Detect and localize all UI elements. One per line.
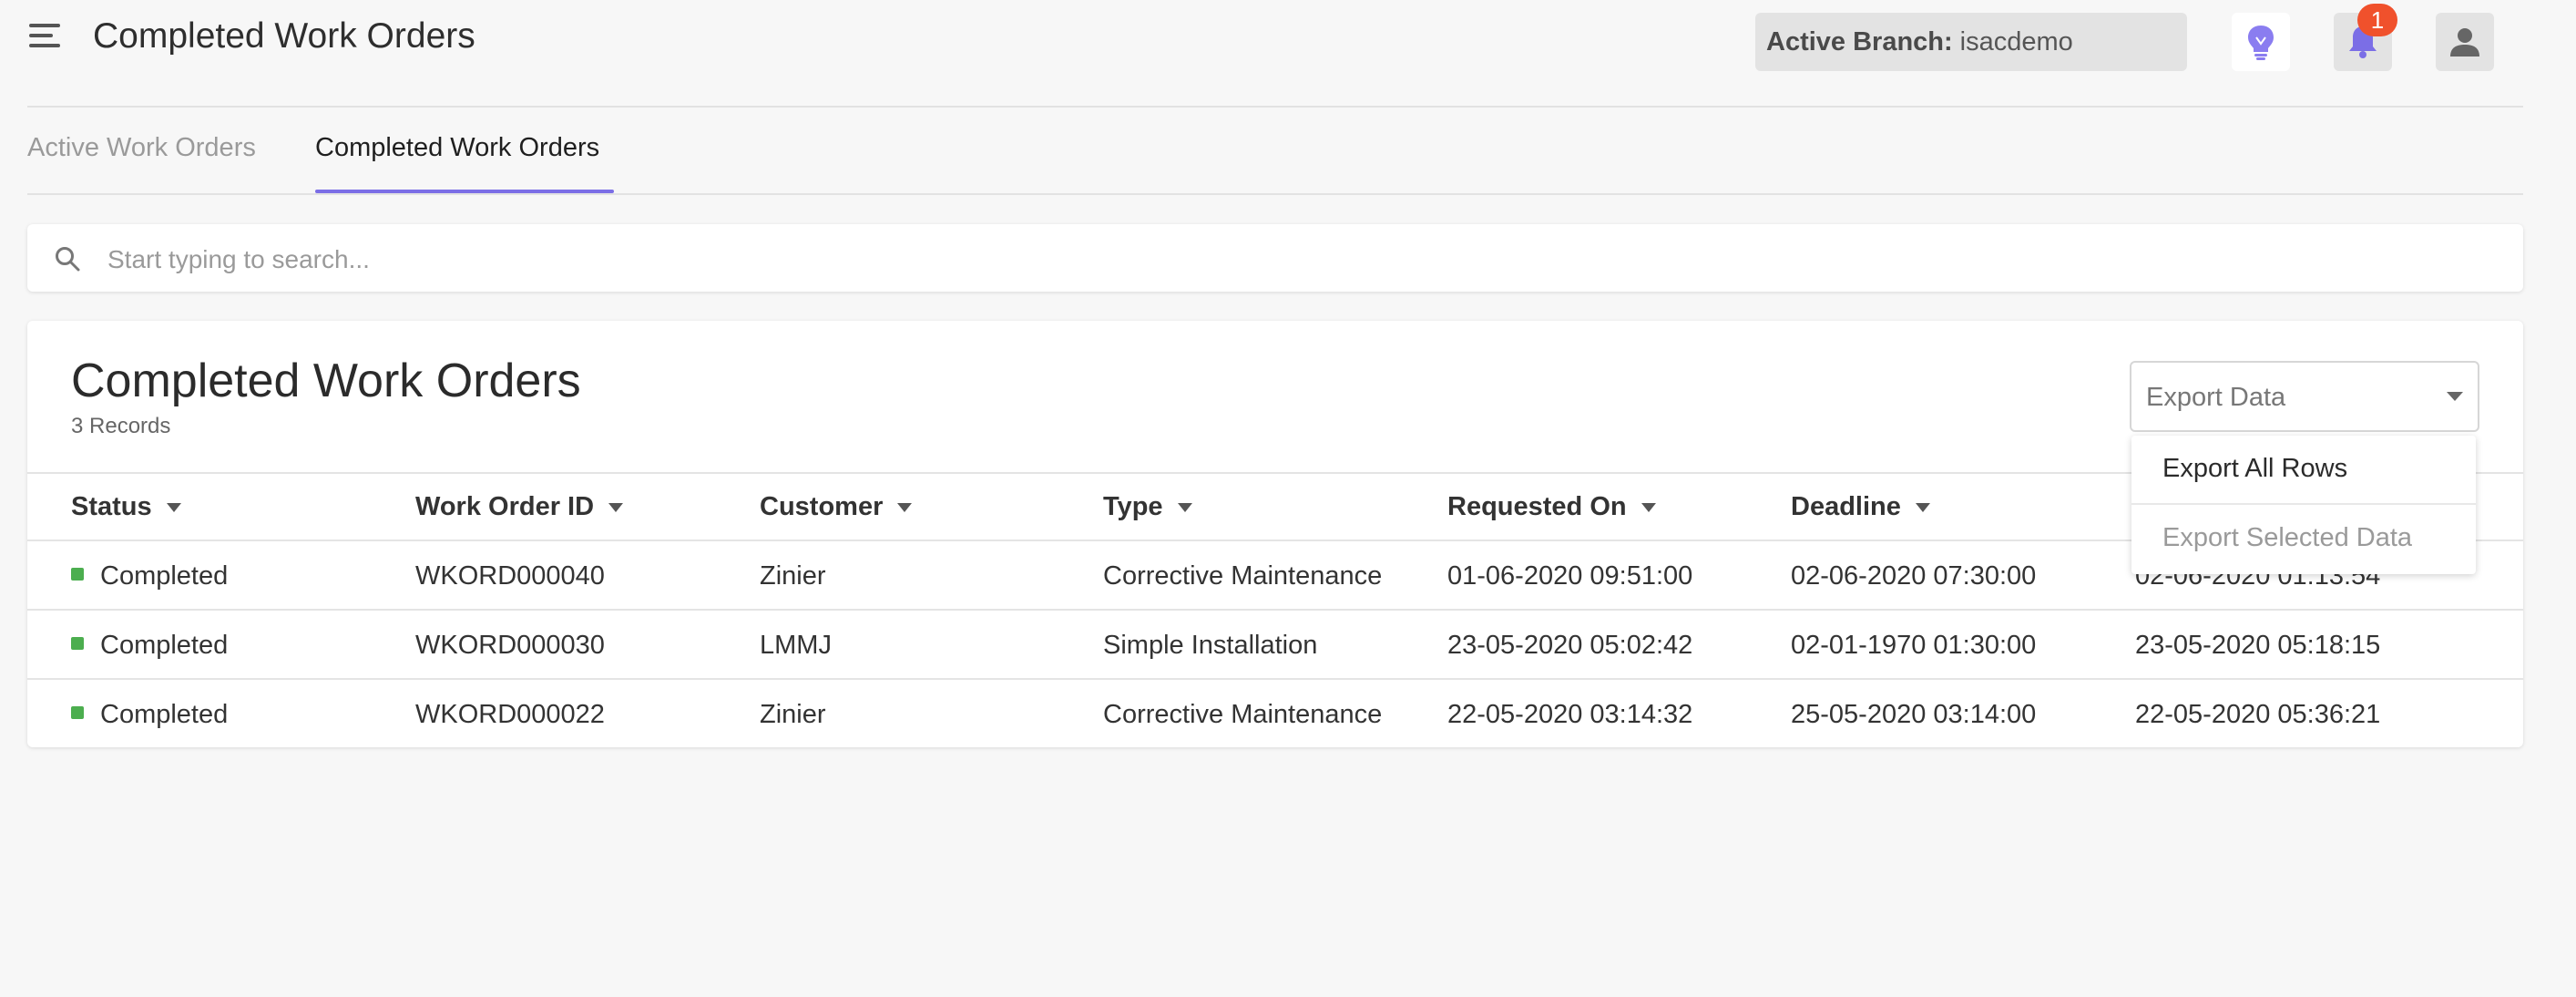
customer-cell: Zinier [760, 561, 826, 591]
user-icon [2450, 28, 2479, 57]
menu-icon[interactable] [29, 24, 60, 49]
completed-on-cell: 22-05-2020 05:36:21 [2135, 700, 2381, 729]
type-cell: Corrective Maintenance [1103, 700, 1383, 729]
ideas-button[interactable] [2232, 13, 2290, 71]
active-branch-selector[interactable]: Active Branch: isacdemo [1755, 13, 2187, 71]
work-order-id-cell[interactable]: WKORD000040 [415, 561, 605, 591]
sort-caret-icon [166, 502, 181, 512]
page-title: Completed Work Orders [93, 16, 475, 56]
requested-on-cell: 01-06-2020 09:51:00 [1447, 561, 1693, 591]
sort-caret-icon [608, 502, 624, 512]
sort-caret-icon [1915, 502, 1930, 512]
type-cell: Simple Installation [1103, 631, 1318, 660]
status-cell: Completed [100, 561, 229, 591]
deadline-cell: 25-05-2020 03:14:00 [1791, 700, 2037, 729]
status-cell: Completed [100, 631, 229, 660]
header-divider [27, 106, 2523, 108]
status-cell: Completed [100, 700, 229, 729]
chevron-down-icon [2447, 392, 2463, 401]
work-order-id-cell[interactable]: WKORD000030 [415, 631, 605, 661]
column-header-label: Status [71, 492, 152, 521]
type-cell: Corrective Maintenance [1103, 561, 1383, 591]
export-all-rows-option[interactable]: Export All Rows [2162, 454, 2347, 484]
column-header-deadline[interactable]: Deadline [1791, 492, 1930, 522]
column-header-status[interactable]: Status [71, 492, 181, 522]
deadline-cell: 02-06-2020 07:30:00 [1791, 561, 2037, 591]
search-input[interactable] [106, 235, 2478, 284]
sort-caret-icon [1641, 502, 1656, 512]
branch-value: isacdemo [1959, 26, 2073, 57]
customer-cell: LMMJ [760, 631, 832, 660]
status-dot [71, 637, 84, 650]
column-header-customer[interactable]: Customer [760, 492, 913, 522]
row-divider [27, 678, 2523, 680]
notification-badge: 1 [2357, 4, 2397, 36]
tabs-divider [27, 193, 2523, 195]
tab-completed-work-orders[interactable]: Completed Work Orders [315, 133, 599, 163]
export-selected-data-option[interactable]: Export Selected Data [2162, 523, 2412, 553]
status-dot [71, 706, 84, 719]
row-divider [27, 609, 2523, 611]
column-header-label: Customer [760, 492, 884, 521]
lightbulb-icon [2248, 26, 2274, 60]
column-header-label: Type [1103, 492, 1163, 521]
customer-cell: Zinier [760, 700, 826, 729]
column-header-label: Work Order ID [415, 492, 595, 521]
completed-on-cell: 23-05-2020 05:18:15 [2135, 631, 2381, 660]
card-title: Completed Work Orders [71, 355, 581, 407]
requested-on-cell: 22-05-2020 03:14:32 [1447, 700, 1693, 729]
tab-active-work-orders[interactable]: Active Work Orders [27, 133, 256, 163]
search-icon [56, 247, 80, 272]
export-data-label: Export Data [2146, 383, 2286, 412]
sort-caret-icon [1177, 502, 1192, 512]
dropdown-separator [2131, 503, 2476, 505]
user-profile-button[interactable] [2436, 13, 2494, 71]
status-dot [71, 568, 84, 581]
work-order-id-cell[interactable]: WKORD000022 [415, 700, 605, 730]
column-header-work-order-id[interactable]: Work Order ID [415, 492, 624, 522]
deadline-cell: 02-01-1970 01:30:00 [1791, 631, 2037, 660]
column-header-label: Deadline [1791, 492, 1901, 521]
sort-caret-icon [897, 502, 913, 512]
record-count: 3 Records [71, 414, 171, 438]
requested-on-cell: 23-05-2020 05:02:42 [1447, 631, 1693, 660]
column-header-label: Requested On [1447, 492, 1627, 521]
column-header-type[interactable]: Type [1103, 492, 1192, 522]
column-header-requested-on[interactable]: Requested On [1447, 492, 1656, 522]
branch-label: Active Branch: [1766, 26, 1953, 57]
